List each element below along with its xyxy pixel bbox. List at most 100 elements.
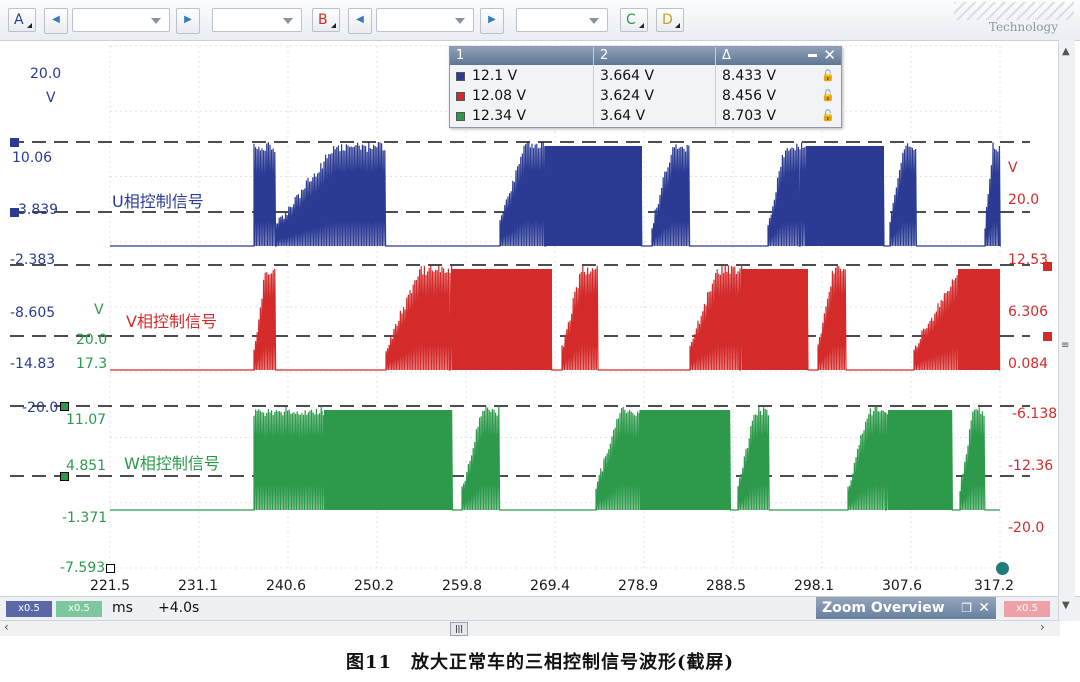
axis-b-tick: 0.084: [1008, 356, 1048, 372]
axis-b-min: -20.0: [1008, 520, 1044, 536]
lock-icon[interactable]: 🔓: [821, 106, 835, 126]
prev-range-b-button[interactable]: ◀: [348, 8, 372, 34]
delta-value: 8.433 V: [722, 68, 776, 84]
time-tick-label: 317.2: [974, 578, 1014, 594]
axis-a-tick: -8.605: [10, 305, 55, 321]
scroll-right-icon[interactable]: ›: [1040, 620, 1045, 634]
channel-b-swatch: [456, 92, 465, 101]
cursor-1-value: 12.1 V: [472, 68, 517, 84]
time-origin-marker[interactable]: [106, 564, 115, 573]
lock-icon[interactable]: 🔓: [821, 86, 835, 106]
waveform-v-dense-block: [958, 269, 1000, 370]
waveform-v-dense-block: [452, 269, 552, 370]
channel-b-offset-marker[interactable]: [1043, 262, 1052, 271]
horizontal-scrollbar[interactable]: ‹ ||| ›: [0, 620, 1060, 636]
waveform-u-dense-block: [545, 146, 642, 246]
waveform-w-dense-block: [888, 410, 952, 510]
time-tick-label: 221.5: [90, 578, 130, 594]
oscilloscope-window: A ◀ ▶ B ◀ ▶ C D Technology 20.0 V 10.06 …: [0, 0, 1080, 636]
axis-b-tick: -6.138: [1012, 406, 1057, 422]
waveform-u-dense-block: [999, 146, 1000, 246]
waveform-u-dense-block: [806, 146, 884, 246]
time-tick-label: 278.9: [618, 578, 658, 594]
axis-b-tick: 6.306: [1008, 304, 1048, 320]
channel-a-offset-marker[interactable]: [10, 138, 19, 147]
channel-c-swatch: [456, 112, 465, 121]
time-unit-label: ms: [112, 600, 133, 616]
time-tick-label: 250.2: [354, 578, 394, 594]
channel-d-button[interactable]: D: [656, 8, 684, 32]
scroll-thumb[interactable]: |||: [450, 622, 468, 636]
axis-c-tick: 17.3: [76, 356, 107, 372]
brand-stripes: [954, 2, 1074, 20]
prev-range-a-button[interactable]: ◀: [44, 8, 68, 34]
zoom-c-button[interactable]: x0.5: [56, 601, 102, 617]
axis-b-tick: -12.36: [1008, 458, 1053, 474]
channel-c-cursor-marker[interactable]: [60, 472, 69, 481]
signal-label-w: W相控制信号: [124, 450, 220, 474]
time-tick-label: 259.8: [442, 578, 482, 594]
axis-c-max: 20.0: [76, 332, 107, 348]
scroll-down-icon[interactable]: ▼: [1062, 600, 1070, 611]
signal-label-u: U相控制信号: [112, 188, 204, 212]
channel-a-button[interactable]: A: [8, 8, 36, 32]
time-tick-label: 269.4: [530, 578, 570, 594]
scroll-left-icon[interactable]: ‹: [4, 620, 9, 634]
coupling-b-select[interactable]: [516, 8, 608, 32]
close-icon[interactable]: ✕: [978, 597, 990, 619]
zoom-overview-panel[interactable]: Zoom Overview ❐ ✕: [816, 597, 996, 619]
range-a-select[interactable]: [72, 8, 170, 32]
zoom-a-button[interactable]: x0.5: [6, 601, 52, 617]
next-range-b-button[interactable]: ▶: [480, 8, 504, 34]
time-tick-label: 288.5: [706, 578, 746, 594]
zoom-b-button[interactable]: x0.5: [1004, 601, 1050, 617]
range-b-select[interactable]: [376, 8, 474, 32]
axis-a-unit: V: [46, 90, 56, 106]
cursor-table-header: 1 2 Δ ✕: [450, 47, 841, 65]
waveform-w-dense-block: [640, 410, 730, 510]
restore-icon[interactable]: ❐: [961, 597, 972, 619]
cursor-row-c: 12.34 V 3.64 V 8.703 V 🔓: [450, 106, 841, 126]
lock-icon[interactable]: 🔓: [821, 66, 835, 86]
time-tick-label: 298.1: [794, 578, 834, 594]
axis-c-tick: 4.851: [66, 458, 106, 474]
scroll-grip-icon[interactable]: ≡: [1061, 340, 1069, 351]
delta-value: 8.456 V: [722, 88, 776, 104]
toolbar: A ◀ ▶ B ◀ ▶ C D Technology: [0, 0, 1080, 41]
status-bar: x0.5 x0.5 ms +4.0s Zoom Overview ❐ ✕ x0.…: [0, 596, 1080, 621]
brand-logo-text: Technology: [989, 20, 1058, 34]
channel-c-offset-marker[interactable]: [60, 402, 69, 411]
axis-c-min: -7.593: [60, 560, 105, 576]
vertical-scrollbar[interactable]: ▲ ≡ ▼: [1058, 40, 1075, 620]
axis-b-unit: V: [1008, 160, 1018, 176]
time-cursor-handle[interactable]: [996, 562, 1009, 575]
axis-a-tick: -14.83: [10, 356, 55, 372]
waveform-w-dense-block: [324, 410, 452, 510]
channel-a-cursor-marker[interactable]: [10, 208, 19, 217]
minimize-icon[interactable]: [808, 54, 817, 57]
cursor-measurement-table[interactable]: 1 2 Δ ✕ 12.1 V 3.664 V 8.433 V 🔓 12.08 V …: [449, 46, 842, 128]
channel-b-button[interactable]: B: [312, 8, 340, 32]
time-tick-label: 307.6: [882, 578, 922, 594]
time-offset-label: +4.0s: [158, 600, 199, 616]
channel-c-button[interactable]: C: [620, 8, 648, 32]
cursor-2-value: 3.664 V: [594, 66, 716, 86]
coupling-a-select[interactable]: [212, 8, 302, 32]
cursor-2-value: 3.64 V: [594, 106, 716, 126]
channel-a-swatch: [456, 72, 465, 81]
delta-header: Δ: [716, 47, 796, 65]
figure-caption: 图11 放大正常车的三相控制信号波形(截屏): [0, 648, 1080, 674]
signal-label-v: V相控制信号: [126, 308, 217, 332]
channel-b-cursor-marker[interactable]: [1043, 332, 1052, 341]
axis-a-min: -20.0: [22, 400, 58, 416]
axis-a-max: 20.0: [30, 66, 61, 82]
axis-c-tick: -1.371: [62, 510, 107, 526]
delta-value: 8.703 V: [722, 108, 776, 124]
axis-a-tick: -2.383: [10, 252, 55, 268]
cursor-row-b: 12.08 V 3.624 V 8.456 V 🔓: [450, 86, 841, 106]
cursor-1-value: 12.08 V: [472, 88, 526, 104]
scroll-up-icon[interactable]: ▲: [1062, 46, 1070, 57]
cursor-2-header: 2: [594, 47, 716, 65]
close-icon[interactable]: ✕: [823, 47, 836, 64]
next-range-a-button[interactable]: ▶: [176, 8, 200, 34]
